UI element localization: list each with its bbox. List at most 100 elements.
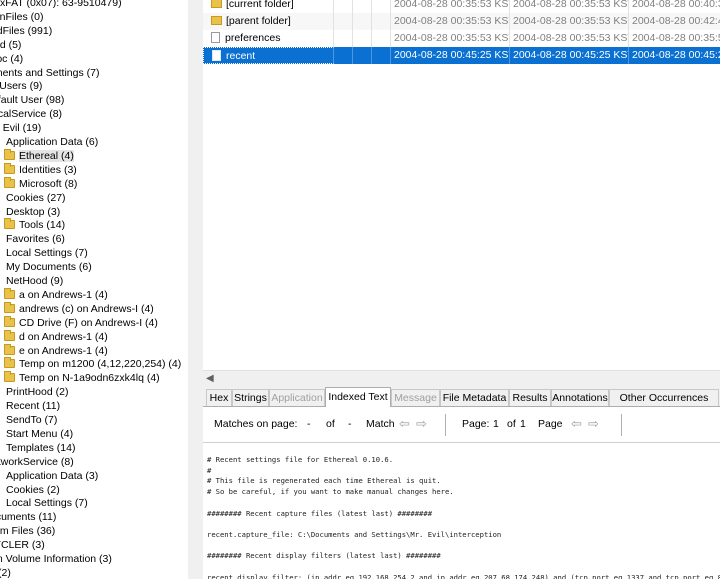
tree-item[interactable]: Tools (14) bbox=[4, 218, 65, 232]
folder-icon bbox=[4, 163, 15, 174]
flag-cell bbox=[334, 13, 353, 30]
folder-icon bbox=[4, 177, 15, 188]
tree-item-label: Microsoft (8) bbox=[19, 178, 78, 190]
tree-item[interactable]: Ethereal (4) bbox=[4, 149, 74, 163]
tree-item[interactable]: r. Evil (19) bbox=[0, 121, 41, 135]
changed-time-cell: 2004-08-28 00:35:53 KST bbox=[510, 13, 629, 30]
file-row[interactable]: [current folder] 2004-08-28 00:35:53 KST 2… bbox=[203, 0, 720, 13]
flag-cell bbox=[353, 0, 372, 13]
page-total-value: 1 bbox=[520, 418, 526, 430]
tree-item[interactable]: Favorites (6) bbox=[6, 232, 65, 246]
tree-item[interactable]: l Users (9) bbox=[0, 79, 42, 93]
tree-item[interactable]: loc (4) bbox=[0, 52, 23, 66]
matches-current-value: - bbox=[307, 418, 311, 430]
folder-icon bbox=[211, 0, 222, 8]
scroll-left-icon[interactable]: ◀ bbox=[206, 373, 214, 384]
tree-item[interactable]: m Volume Information (3) bbox=[0, 552, 112, 566]
tree-item[interactable]: PrintHood (2) bbox=[6, 385, 68, 399]
tab-other-occurrences[interactable]: Other Occurrences bbox=[609, 389, 719, 406]
tree-item-label: am Files (36) bbox=[0, 525, 56, 537]
prev-page-arrow-icon[interactable]: ⇦ bbox=[571, 416, 582, 432]
tab-file-metadata[interactable]: File Metadata bbox=[440, 389, 509, 406]
tree-item-label: Temp on m1200 (4,12,220,254) (4) bbox=[19, 358, 182, 370]
flag-cell bbox=[334, 0, 353, 13]
directory-tree[interactable]: FS / exFAT (0x07): 63-9510479) hanFiles (… bbox=[0, 0, 188, 579]
tree-item[interactable]: Start Menu (4) bbox=[6, 427, 73, 441]
prev-match-arrow-icon[interactable]: ⇦ bbox=[399, 416, 410, 432]
tree-item[interactable]: Application Data (3) bbox=[6, 469, 98, 483]
tree-item[interactable]: Recent (11) bbox=[6, 399, 60, 413]
tree-item[interactable]: NetHood (9) bbox=[6, 274, 63, 288]
tab-message[interactable]: Message bbox=[391, 389, 440, 406]
tree-item[interactable]: Temp on m1200 (4,12,220,254) (4) bbox=[4, 357, 181, 371]
tree-item[interactable]: Microsoft (8) bbox=[4, 177, 77, 191]
file-row[interactable]: recent 2004-08-28 00:45:25 KST 2004-08-28 … bbox=[203, 47, 720, 64]
tree-item[interactable]: FS / exFAT (0x07): 63-9510479) bbox=[0, 0, 122, 10]
tree-item[interactable]: andrews (c) on Andrews-I (4) bbox=[4, 302, 154, 316]
tree-item[interactable]: SendTo (7) bbox=[6, 413, 57, 427]
tree-item[interactable]: Application Data (6) bbox=[6, 135, 98, 149]
page-nav-label: Page bbox=[538, 418, 563, 430]
file-name: recent bbox=[226, 50, 256, 62]
tree-item[interactable]: hanFiles (0) bbox=[0, 10, 43, 24]
tree-item[interactable]: am Files (36) bbox=[0, 524, 55, 538]
tree-item[interactable]: etworkService (8) bbox=[0, 455, 74, 469]
tree-item[interactable]: Local Settings (7) bbox=[6, 496, 88, 510]
file-name: [parent folder] bbox=[226, 15, 291, 27]
tree-item-label: Ethereal (4) bbox=[19, 150, 74, 162]
tree-item[interactable]: Cookies (2) bbox=[6, 483, 60, 497]
tree-item[interactable]: e on Andrews-1 (4) bbox=[4, 344, 108, 358]
tree-item[interactable]: Temp on N-1a9odn6zxk4lq (4) bbox=[4, 371, 160, 385]
tab-application[interactable]: Application bbox=[269, 389, 325, 406]
tab-indexed-text[interactable]: Indexed Text bbox=[325, 387, 391, 407]
file-row[interactable]: preferences 2004-08-28 00:35:53 KST 2004-0… bbox=[203, 30, 720, 47]
tree-item-label: (2) bbox=[0, 567, 11, 579]
tree-item-label: etworkService (8) bbox=[0, 456, 74, 468]
flag-cell bbox=[372, 13, 391, 30]
page-label: Page: bbox=[462, 418, 490, 430]
tab-results[interactable]: Results bbox=[509, 389, 551, 406]
tree-item[interactable]: Desktop (3) bbox=[6, 205, 60, 219]
tree-item[interactable]: (2) bbox=[0, 566, 11, 579]
folder-icon bbox=[4, 357, 15, 368]
tree-item[interactable]: tedFiles (991) bbox=[0, 24, 52, 38]
tree-item-label: Cookies (27) bbox=[6, 192, 66, 204]
tree-item-label: efault User (98) bbox=[0, 94, 65, 106]
tree-item[interactable]: uments and Settings (7) bbox=[0, 66, 99, 80]
tree-item-label: hanFiles (0) bbox=[0, 11, 44, 23]
tree-item[interactable]: d on Andrews-1 (4) bbox=[4, 330, 108, 344]
modified-time-cell: 2004-08-28 00:35:53 KST bbox=[391, 13, 510, 30]
horizontal-scrollbar[interactable]: ◀ bbox=[203, 370, 720, 385]
indexed-text-content[interactable]: # Recent settings file for Ethereal 0.10… bbox=[203, 444, 720, 579]
tree-item[interactable]: a on Andrews-1 (4) bbox=[4, 288, 108, 302]
tree-item[interactable]: Cookies (27) bbox=[6, 191, 66, 205]
folder-icon bbox=[4, 302, 15, 313]
tab-strings[interactable]: Strings bbox=[232, 389, 269, 406]
changed-time-cell: 2004-08-28 00:35:53 KST bbox=[510, 0, 629, 13]
tree-item[interactable]: My Documents (6) bbox=[6, 260, 92, 274]
file-name-cell: [parent folder] bbox=[203, 13, 334, 30]
tree-item[interactable]: CD Drive (F) on Andrews-I (4) bbox=[4, 316, 158, 330]
file-icon bbox=[211, 32, 220, 43]
changed-time-cell: 2004-08-28 00:45:25 KST bbox=[510, 47, 629, 64]
tree-item[interactable]: ocalService (8) bbox=[0, 107, 62, 121]
tab-annotations[interactable]: Annotations bbox=[551, 389, 609, 406]
tree-item-label: Tools (14) bbox=[19, 219, 66, 231]
tree-item[interactable]: Templates (14) bbox=[6, 441, 75, 455]
tree-item-label: tedFiles (991) bbox=[0, 25, 53, 37]
file-row[interactable]: [parent folder] 2004-08-28 00:35:53 KST 20… bbox=[203, 13, 720, 30]
tree-item-label: FS / exFAT (0x07): 63-9510479) bbox=[0, 0, 122, 9]
tree-item-label: loc (4) bbox=[0, 53, 24, 65]
tree-item-label: r. Evil (19) bbox=[0, 122, 42, 134]
tree-item[interactable]: efault User (98) bbox=[0, 93, 64, 107]
tree-item[interactable]: nd (5) bbox=[0, 38, 21, 52]
vertical-splitter[interactable] bbox=[188, 0, 203, 579]
next-page-arrow-icon[interactable]: ⇨ bbox=[588, 416, 599, 432]
next-match-arrow-icon[interactable]: ⇨ bbox=[416, 416, 427, 432]
tree-item[interactable]: Local Settings (7) bbox=[6, 246, 88, 260]
tree-item[interactable]: YCLER (3) bbox=[0, 538, 45, 552]
tree-item[interactable]: ocuments (11) bbox=[0, 510, 56, 524]
tree-item[interactable]: Identities (3) bbox=[4, 163, 77, 177]
tab-hex[interactable]: Hex bbox=[206, 389, 232, 406]
tree-item-label: e on Andrews-1 (4) bbox=[19, 345, 108, 357]
